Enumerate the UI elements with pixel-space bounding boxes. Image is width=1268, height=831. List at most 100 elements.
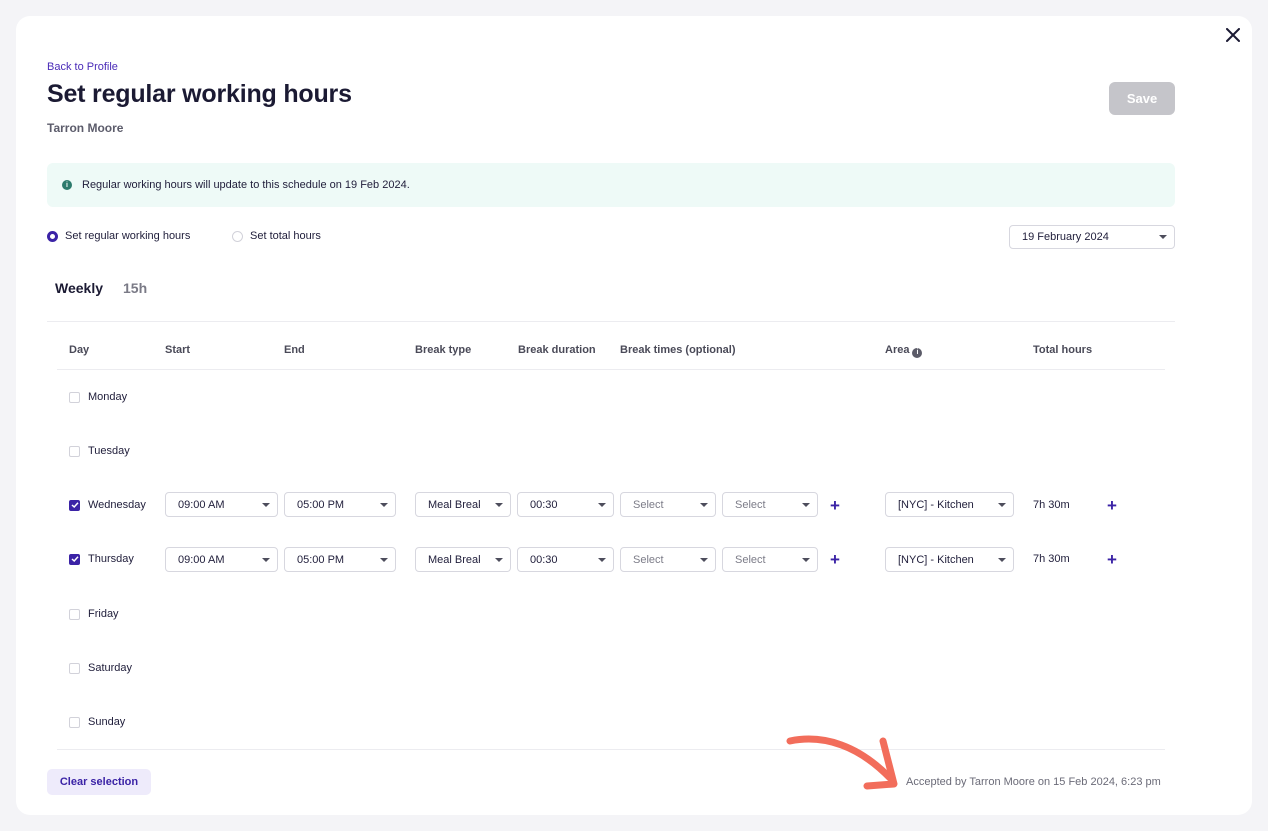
annotation-arrow-icon — [786, 735, 898, 790]
day-checkbox-sunday[interactable] — [69, 716, 80, 728]
total-hours-value: 7h 30m — [1033, 499, 1070, 511]
break-type-select[interactable]: Meal Break — [415, 492, 511, 517]
day-label: Tuesday — [88, 445, 130, 457]
table-bottom-divider — [57, 749, 1165, 750]
radio-set-regular-hours[interactable]: Set regular working hours — [47, 230, 190, 242]
chevron-down-icon — [380, 502, 388, 507]
chevron-down-icon — [262, 502, 270, 507]
break-type-select[interactable]: Meal Break — [415, 547, 511, 572]
table-row: Sunday — [69, 715, 125, 729]
close-button[interactable] — [1222, 24, 1244, 46]
header-area: Area i — [885, 344, 923, 358]
chevron-down-icon — [380, 557, 388, 562]
chevron-down-icon — [598, 557, 606, 562]
break-start-select[interactable]: Select — [620, 492, 716, 517]
employee-name: Tarron Moore — [47, 121, 124, 135]
start-time-value: 09:00 AM — [178, 553, 225, 566]
day-label: Saturday — [88, 662, 133, 674]
day-label: Friday — [88, 608, 119, 620]
break-type-value: Meal Break — [428, 553, 480, 566]
day-checkbox-wednesday[interactable] — [69, 499, 80, 511]
accepted-status-text: Accepted by Tarron Moore on 15 Feb 2024,… — [906, 776, 1161, 788]
day-checkbox-tuesday[interactable] — [69, 445, 80, 457]
total-hours-value: 7h 30m — [1033, 553, 1070, 565]
header-area-label: Area — [885, 344, 910, 356]
chevron-down-icon — [802, 557, 810, 562]
chevron-down-icon — [598, 502, 606, 507]
chevron-down-icon — [1159, 235, 1167, 239]
start-time-select[interactable]: 09:00 AM — [165, 492, 278, 517]
day-label: Wednesday — [88, 499, 146, 511]
info-banner-text: Regular working hours will update to thi… — [82, 179, 410, 191]
end-time-select[interactable]: 05:00 PM — [284, 547, 396, 572]
back-to-profile-link[interactable]: Back to Profile — [47, 61, 118, 73]
header-end: End — [284, 344, 305, 356]
break-start-select[interactable]: Select — [620, 547, 716, 572]
header-break-type: Break type — [415, 344, 472, 356]
end-time-value: 05:00 PM — [297, 498, 345, 511]
header-break-duration: Break duration — [518, 344, 596, 356]
break-start-value: Select — [633, 553, 664, 566]
table-row: Thursday — [69, 552, 134, 566]
area-select[interactable]: [NYC] - Kitchen — [885, 547, 1014, 572]
close-icon — [1226, 28, 1240, 42]
add-shift-button[interactable]: + — [1105, 497, 1119, 514]
radio-unselected-icon — [232, 230, 243, 242]
break-duration-select[interactable]: 00:30 — [517, 492, 614, 517]
header-total-hours: Total hours — [1033, 344, 1093, 356]
chevron-down-icon — [802, 502, 810, 507]
table-row: Monday — [69, 390, 127, 404]
break-end-value: Select — [735, 553, 766, 566]
clear-selection-button[interactable]: Clear selection — [47, 769, 151, 795]
radio-label: Set total hours — [250, 230, 321, 242]
info-banner: i Regular working hours will update to t… — [47, 163, 1175, 207]
chevron-down-icon — [700, 502, 708, 507]
header-break-times: Break times (optional) — [620, 344, 736, 356]
day-checkbox-monday[interactable] — [69, 391, 80, 403]
chevron-down-icon — [262, 557, 270, 562]
chevron-down-icon — [700, 557, 708, 562]
chevron-down-icon — [998, 557, 1006, 562]
weekly-total-hours: 15h — [123, 280, 148, 296]
start-time-value: 09:00 AM — [178, 498, 225, 511]
radio-set-total-hours[interactable]: Set total hours — [232, 230, 321, 242]
break-duration-value: 00:30 — [530, 498, 558, 511]
area-value: [NYC] - Kitchen — [898, 553, 974, 566]
break-duration-value: 00:30 — [530, 553, 558, 566]
day-checkbox-thursday[interactable] — [69, 553, 80, 565]
area-select[interactable]: [NYC] - Kitchen — [885, 492, 1014, 517]
save-button[interactable]: Save — [1109, 82, 1175, 115]
chevron-down-icon — [998, 502, 1006, 507]
header-divider — [57, 369, 1165, 370]
add-break-button[interactable]: + — [828, 551, 842, 568]
break-duration-select[interactable]: 00:30 — [517, 547, 614, 572]
day-label: Sunday — [88, 716, 126, 728]
radio-label: Set regular working hours — [65, 230, 191, 242]
break-end-select[interactable]: Select — [722, 547, 818, 572]
add-break-button[interactable]: + — [828, 497, 842, 514]
checkmark-icon — [70, 502, 79, 509]
modal — [16, 16, 1252, 815]
page-title: Set regular working hours — [47, 80, 352, 108]
info-icon[interactable]: i — [912, 347, 923, 358]
add-shift-button[interactable]: + — [1105, 551, 1119, 568]
end-time-select[interactable]: 05:00 PM — [284, 492, 396, 517]
effective-date-value: 19 February 2024 — [1022, 231, 1109, 243]
divider — [47, 321, 1175, 322]
break-end-select[interactable]: Select — [722, 492, 818, 517]
break-start-value: Select — [633, 498, 664, 511]
day-label: Thursday — [88, 553, 134, 565]
effective-date-select[interactable]: 19 February 2024 — [1009, 225, 1175, 249]
chevron-down-icon — [495, 502, 503, 507]
tab-weekly[interactable]: Weekly — [55, 280, 103, 296]
checkmark-icon — [70, 556, 79, 563]
break-end-value: Select — [735, 498, 766, 511]
radio-selected-icon — [47, 230, 58, 242]
table-row: Tuesday — [69, 444, 130, 458]
info-icon: i — [62, 180, 72, 190]
table-row: Saturday — [69, 661, 132, 675]
day-checkbox-friday[interactable] — [69, 608, 80, 620]
start-time-select[interactable]: 09:00 AM — [165, 547, 278, 572]
day-checkbox-saturday[interactable] — [69, 662, 80, 674]
header-day: Day — [69, 344, 90, 356]
